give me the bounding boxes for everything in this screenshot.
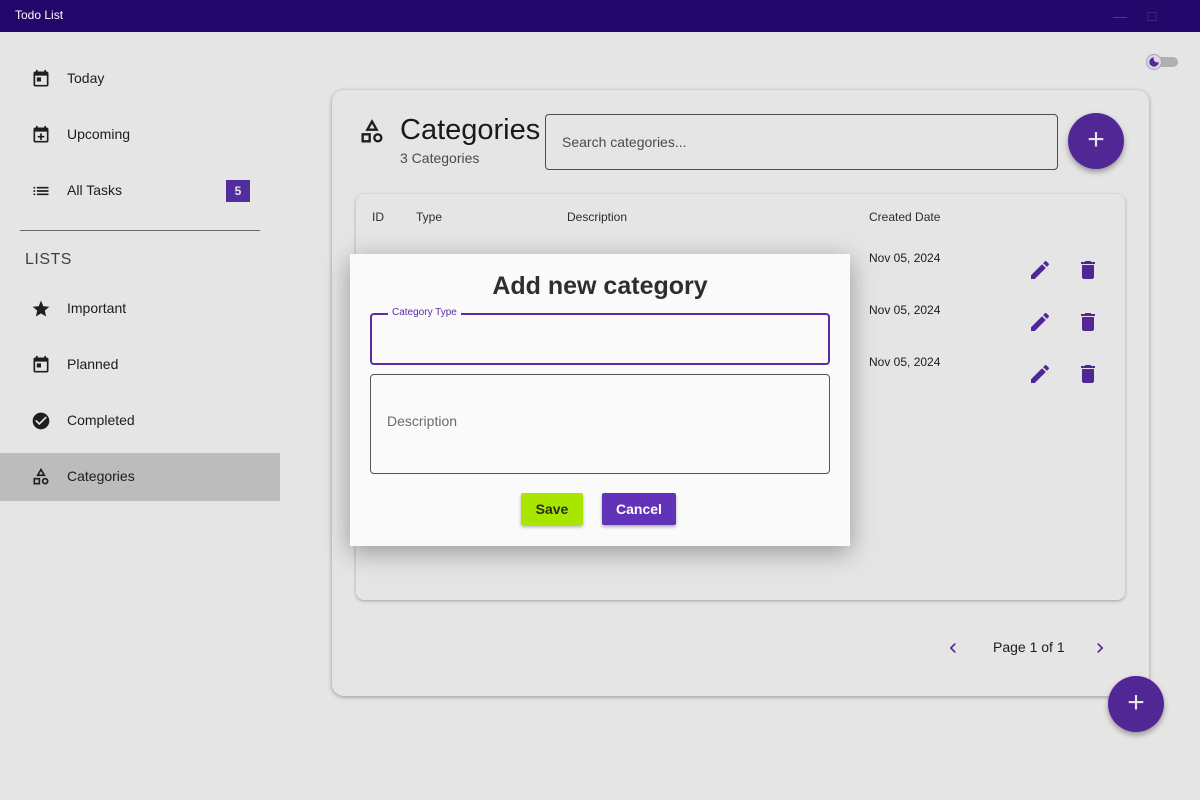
save-button[interactable]: Save bbox=[521, 493, 583, 525]
category-type-field: Category Type bbox=[370, 307, 830, 365]
window-title: Todo List bbox=[15, 8, 64, 22]
maximize-icon[interactable]: □ bbox=[1142, 6, 1162, 26]
description-input[interactable] bbox=[387, 413, 807, 437]
category-type-input[interactable] bbox=[386, 323, 806, 357]
cancel-button[interactable]: Cancel bbox=[602, 493, 676, 525]
category-type-label: Category Type bbox=[388, 307, 461, 318]
minimize-icon[interactable]: — bbox=[1110, 6, 1130, 26]
add-category-dialog: Add new category Category Type Save Canc… bbox=[350, 254, 850, 546]
title-bar: Todo List — □ bbox=[0, 0, 1200, 32]
description-field bbox=[370, 374, 830, 474]
dialog-title: Add new category bbox=[492, 272, 708, 300]
